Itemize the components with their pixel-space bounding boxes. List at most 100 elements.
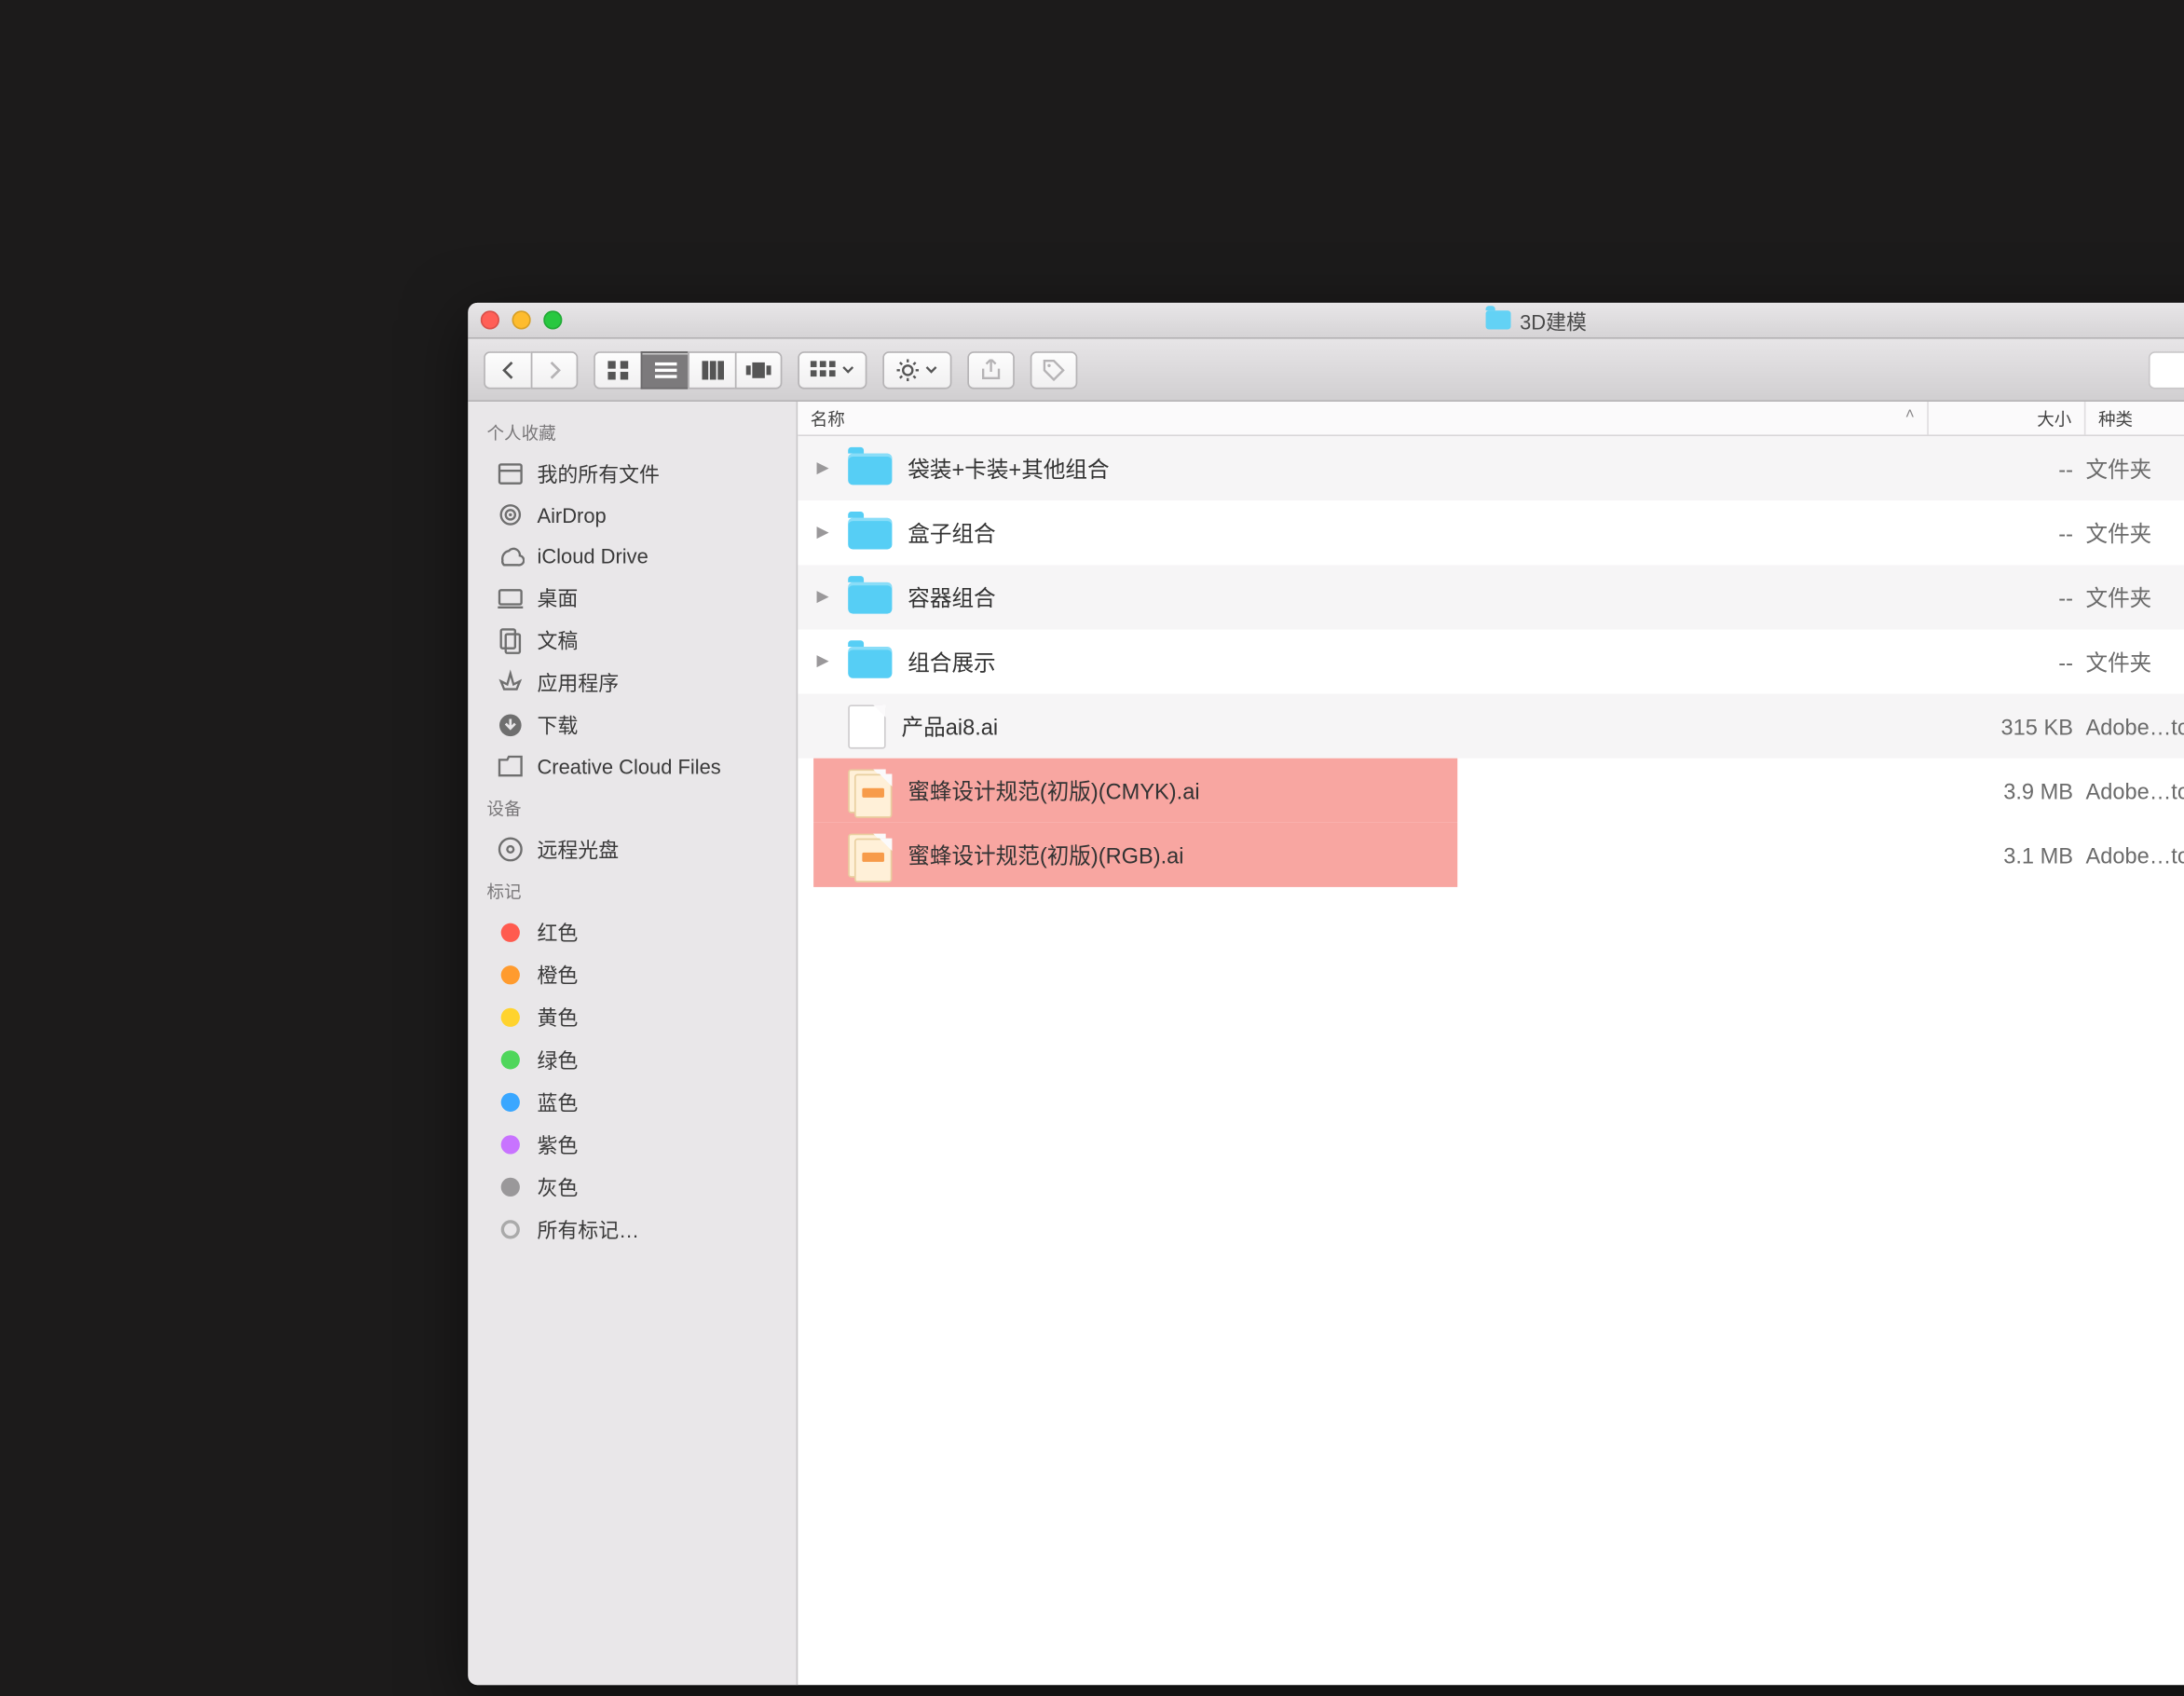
column-header-kind[interactable]: 种类 bbox=[2085, 402, 2184, 434]
sidebar-tag-item[interactable]: 黄色 bbox=[468, 995, 796, 1038]
file-row[interactable]: ▶组合展示--文件夹 bbox=[798, 629, 2184, 693]
sort-indicator-icon: ˄ bbox=[1905, 406, 1915, 424]
tags-button[interactable] bbox=[1031, 350, 1078, 388]
file-row[interactable]: ▶容器组合--文件夹 bbox=[798, 565, 2184, 629]
sidebar-item[interactable]: iCloud Drive bbox=[468, 535, 796, 576]
finder-window: 3D建模 bbox=[468, 302, 2184, 1684]
sidebar-item-icon bbox=[497, 710, 525, 738]
sidebar-item-label: 绿色 bbox=[537, 1044, 578, 1074]
list-view-button[interactable] bbox=[641, 350, 689, 388]
sidebar-item-label: 黄色 bbox=[537, 1001, 578, 1031]
arrange-button[interactable] bbox=[798, 350, 867, 388]
sidebar-item-label: Creative Cloud Files bbox=[537, 754, 720, 777]
sidebar-item-label: 文稿 bbox=[537, 624, 578, 654]
file-row[interactable]: 蜜蜂设计规范(初版)(RGB).ai3.1 MBAdobe…tor 文件 bbox=[798, 822, 2184, 886]
column-headers: 名称 ˄ 大小 种类 bbox=[798, 402, 2184, 436]
sidebar-item-label: iCloud Drive bbox=[537, 543, 648, 567]
tag-icon bbox=[1043, 358, 1065, 380]
sidebar-item[interactable]: 桌面 bbox=[468, 576, 796, 619]
sidebar-item-label: 紫色 bbox=[537, 1128, 578, 1158]
column-header-size[interactable]: 大小 bbox=[1929, 402, 2086, 434]
ai-file-icon bbox=[848, 768, 892, 812]
gear-icon bbox=[896, 358, 919, 380]
chevron-down-icon bbox=[925, 364, 937, 374]
sidebar-tag-item[interactable]: 灰色 bbox=[468, 1165, 796, 1208]
search-field[interactable]: 搜索 bbox=[2149, 350, 2184, 388]
action-button[interactable] bbox=[882, 350, 951, 388]
forward-button[interactable] bbox=[531, 350, 579, 388]
folder-icon bbox=[848, 646, 892, 677]
sidebar-item[interactable]: 文稿 bbox=[468, 618, 796, 661]
file-kind: Adobe…tor 文件 bbox=[2085, 839, 2184, 870]
sidebar-tag-item[interactable]: 橙色 bbox=[468, 952, 796, 995]
window-title: 3D建模 bbox=[468, 302, 2184, 336]
share-button[interactable] bbox=[967, 350, 1015, 388]
sidebar-item-label: 灰色 bbox=[537, 1171, 578, 1201]
file-name: 产品ai8.ai bbox=[902, 710, 999, 742]
sidebar-item-icon bbox=[497, 458, 525, 486]
minimize-button[interactable] bbox=[512, 310, 530, 329]
sidebar-item[interactable]: Creative Cloud Files bbox=[468, 745, 796, 786]
sidebar-item[interactable]: 下载 bbox=[468, 703, 796, 745]
sidebar-tag-item[interactable]: 蓝色 bbox=[468, 1080, 796, 1123]
sidebar-item-label: AirDrop bbox=[537, 502, 606, 526]
folder-icon bbox=[848, 516, 892, 548]
disclosure-triangle-icon[interactable]: ▶ bbox=[816, 652, 832, 670]
file-name: 蜜蜂设计规范(初版)(CMYK).ai bbox=[908, 774, 1199, 806]
close-button[interactable] bbox=[481, 310, 499, 329]
ai-file-icon bbox=[848, 832, 892, 876]
nav-buttons bbox=[484, 350, 578, 388]
sidebar-tag-item[interactable]: 红色 bbox=[468, 910, 796, 953]
sidebar-item[interactable]: AirDrop bbox=[468, 494, 796, 535]
sidebar-tag-item[interactable]: 绿色 bbox=[468, 1037, 796, 1080]
sidebar-tag-item[interactable]: 所有标记… bbox=[468, 1207, 796, 1250]
tag-dot-icon bbox=[501, 964, 520, 983]
tag-dot-icon bbox=[501, 1219, 520, 1238]
sidebar-item[interactable]: 我的所有文件 bbox=[468, 451, 796, 494]
sidebar-item[interactable]: 远程光盘 bbox=[468, 827, 796, 869]
sidebar-item-label: 橙色 bbox=[537, 959, 578, 989]
coverflow-view-button[interactable] bbox=[735, 350, 783, 388]
sidebar: 个人收藏 我的所有文件AirDropiCloud Drive桌面文稿应用程序下载… bbox=[468, 402, 798, 1685]
chevron-down-icon bbox=[841, 364, 853, 374]
sidebar-item-icon bbox=[497, 667, 525, 695]
file-size: -- bbox=[1929, 649, 2086, 674]
sidebar-item-label: 我的所有文件 bbox=[537, 458, 660, 487]
disclosure-triangle-icon[interactable]: ▶ bbox=[816, 588, 832, 606]
file-icon bbox=[848, 704, 885, 747]
file-name: 袋装+卡装+其他组合 bbox=[908, 452, 1109, 484]
file-size: -- bbox=[1929, 520, 2086, 545]
sidebar-item-icon bbox=[497, 625, 525, 653]
sidebar-item-icon bbox=[497, 541, 525, 569]
file-size: 3.9 MB bbox=[1929, 777, 2086, 802]
tag-dot-icon bbox=[501, 1049, 520, 1068]
sidebar-item[interactable]: 应用程序 bbox=[468, 661, 796, 704]
sidebar-tag-item[interactable]: 紫色 bbox=[468, 1122, 796, 1165]
zoom-button[interactable] bbox=[543, 310, 562, 329]
column-header-name[interactable]: 名称 ˄ bbox=[798, 402, 1929, 434]
icon-view-button[interactable] bbox=[594, 350, 641, 388]
folder-icon bbox=[1485, 310, 1510, 329]
column-view-button[interactable] bbox=[688, 350, 735, 388]
sidebar-item-label: 桌面 bbox=[537, 581, 578, 611]
tag-dot-icon bbox=[501, 1006, 520, 1025]
disc-icon bbox=[497, 834, 525, 862]
file-row[interactable]: ▶袋装+卡装+其他组合--文件夹 bbox=[798, 436, 2184, 500]
file-kind: 文件夹 bbox=[2085, 581, 2184, 613]
back-button[interactable] bbox=[484, 350, 531, 388]
file-kind: Adobe…tor 文件 bbox=[2085, 774, 2184, 806]
sidebar-item-label: 蓝色 bbox=[537, 1086, 578, 1115]
sidebar-item-label: 远程光盘 bbox=[537, 833, 619, 863]
window-title-text: 3D建模 bbox=[1520, 305, 1587, 335]
tag-dot-icon bbox=[501, 1134, 520, 1153]
disclosure-triangle-icon[interactable]: ▶ bbox=[816, 524, 832, 541]
view-mode-buttons bbox=[594, 350, 782, 388]
disclosure-triangle-icon[interactable]: ▶ bbox=[816, 459, 832, 477]
folder-icon bbox=[848, 452, 892, 484]
sidebar-item-icon bbox=[497, 500, 525, 528]
file-row[interactable]: 产品ai8.ai315 KBAdobe…tor 文件 bbox=[798, 693, 2184, 758]
file-kind: 文件夹 bbox=[2085, 516, 2184, 548]
file-row[interactable]: 蜜蜂设计规范(初版)(CMYK).ai 3.9 MBAdobe…tor 文件 bbox=[798, 758, 2184, 822]
file-list: 名称 ˄ 大小 种类 ▶袋装+卡装+其他组合--文件夹▶盒子组合--文件夹▶容器… bbox=[798, 402, 2184, 1685]
file-row[interactable]: ▶盒子组合--文件夹 bbox=[798, 500, 2184, 565]
